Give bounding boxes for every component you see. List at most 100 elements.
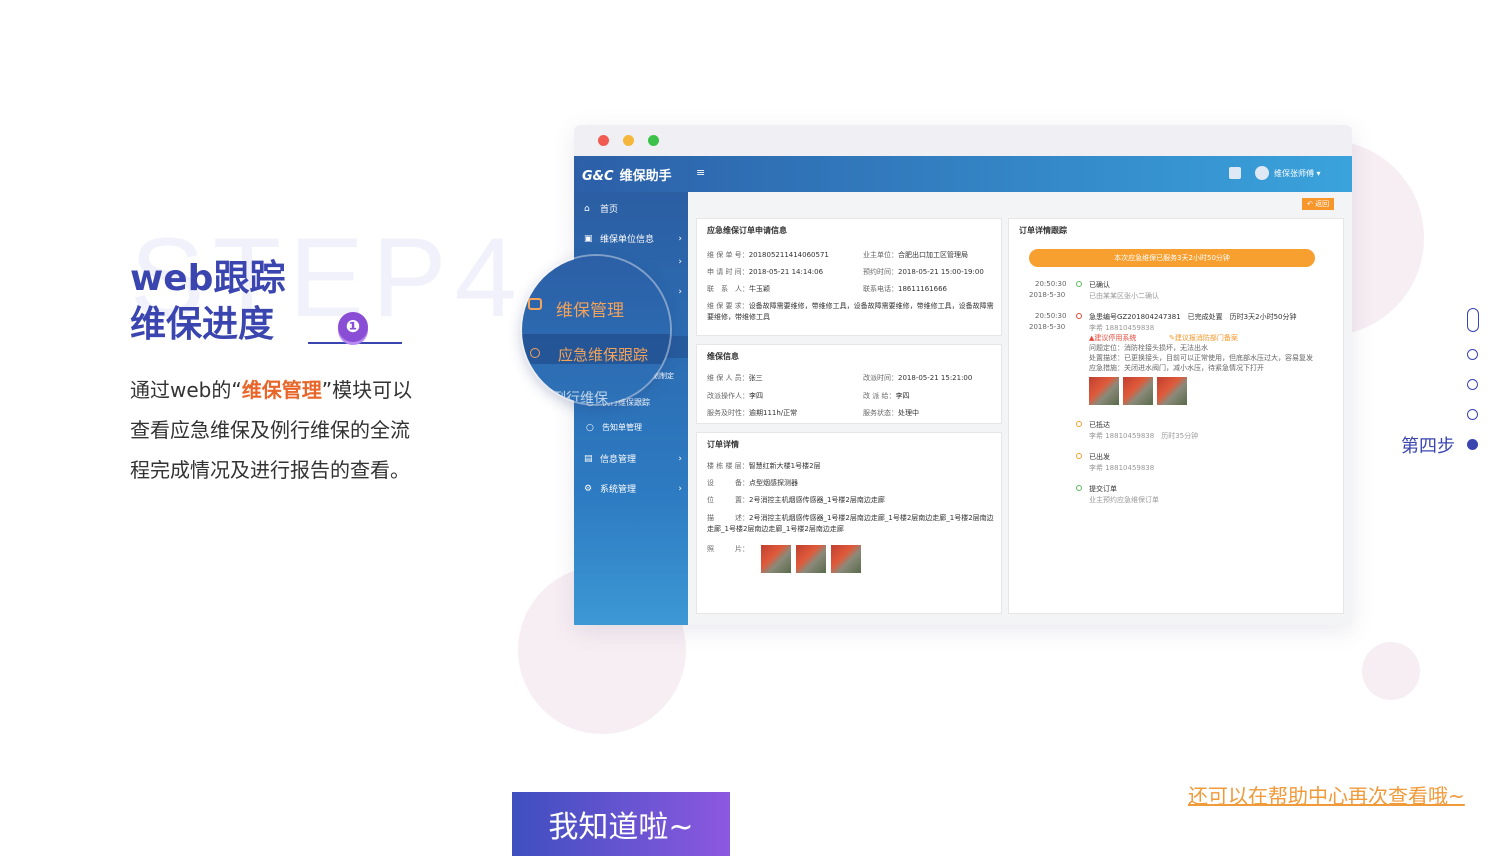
timeline-dot	[1076, 281, 1082, 287]
timeline-sub: 李希 18810459838	[1089, 324, 1155, 332]
title-line-1: web跟踪	[130, 258, 286, 299]
chevron-right-icon: ›	[678, 483, 682, 494]
info-row: 服务及时性：逾期111h/正常	[707, 408, 797, 418]
step-nav-dot[interactable]	[1467, 349, 1478, 360]
field-value: 2018-05-21 15:21:00	[898, 374, 973, 382]
browser-titlebar	[574, 125, 1352, 156]
info-row: 改 派 给：李四	[863, 391, 909, 401]
browser-mockup: G&C 维保助手 ≡ 维保张师傅 ▾ ⌂ 首页 ▣ 维保单位信息 › › › 计划制定 …	[574, 125, 1352, 625]
step-number-badge: ❶	[338, 312, 368, 342]
apply-info-panel: 应急维保订单申请信息 维 保 单 号：201805211414060571 业主…	[696, 218, 1002, 336]
warning-stop-system: ▲建议停用系统	[1089, 334, 1137, 342]
circle-icon: ○	[586, 422, 594, 433]
field-label: 维 保 单 号：	[707, 251, 749, 259]
close-dot	[598, 135, 609, 146]
field-label: 服务及时性：	[707, 409, 749, 417]
maintenance-info-panel: 维保信息 维 保 人 员：张三 改派时间：2018-05-21 15:21:00…	[696, 344, 1002, 424]
sidebar-item-home[interactable]: ⌂ 首页	[584, 202, 684, 216]
timeline-dot	[1076, 313, 1082, 319]
chevron-right-icon: ›	[678, 257, 682, 267]
field-label: 联系电话：	[863, 285, 898, 293]
home-icon: ⌂	[584, 203, 590, 214]
field-label: 服务状态：	[863, 409, 898, 417]
field-value: 2号消控主机烟感传感器_1号楼2层南边走廊	[749, 496, 885, 504]
timeline-date: 2018-5-30	[1029, 291, 1066, 299]
field-label: 维 保 人 员：	[707, 374, 749, 382]
timeline-sub: 李希 18810459838	[1089, 464, 1155, 472]
sidebar-item-label: 告知单管理	[602, 423, 642, 432]
back-button[interactable]: ↶ 返回	[1302, 198, 1335, 210]
timeline-title: 已确认	[1089, 281, 1110, 289]
photo-thumbnail[interactable]	[1089, 377, 1119, 405]
step-nav-dot[interactable]	[1467, 379, 1478, 390]
sidebar-item-units[interactable]: ▣ 维保单位信息 ›	[584, 232, 684, 246]
field-value: 李四	[749, 392, 763, 400]
sidebar-item-system[interactable]: ⚙ 系统管理 ›	[584, 482, 684, 496]
photo-thumbnail[interactable]	[831, 545, 861, 573]
panel-title: 应急维保订单申请信息	[707, 226, 787, 235]
field-value: 点型烟感探测器	[749, 479, 798, 487]
apply-row: 维 保 要 求：设备故障需要维修，带维修工具，设备故障需要维修，带维修工具，设备…	[707, 301, 997, 323]
timeline-title: 急患编号GZ201804247381 已完成处置 历时3天2小时50分钟	[1089, 313, 1297, 321]
got-it-button[interactable]: 我知道啦~	[512, 792, 730, 856]
field-value: 合肥出口加工区管理局	[898, 251, 968, 259]
step-nav-dot-active[interactable]	[1467, 439, 1478, 450]
photo-thumbnail[interactable]	[1157, 377, 1187, 405]
field-value: 2018-05-21 14:14:06	[748, 268, 824, 276]
document-icon: ▤	[584, 453, 593, 464]
detail-row: 描 述：2号消控主机烟感传感器_1号楼2层南边走廊_1号楼2层南边走廊_1号楼2…	[707, 513, 997, 535]
photo-thumbnail[interactable]	[1123, 377, 1153, 405]
field-label: 预约时间：	[863, 268, 898, 276]
help-center-link[interactable]: 还可以在帮助中心再次查看哦~	[1188, 780, 1465, 809]
logo-mark: G&C	[582, 169, 614, 184]
timeline-sub: 已由某某区张小二确认	[1089, 292, 1159, 300]
sidebar-item-label: 首页	[600, 205, 619, 215]
sidebar-item-info[interactable]: ▤ 信息管理 ›	[584, 452, 684, 466]
detail-row: 位 置：2号消控主机烟感传感器_1号楼2层南边走廊	[707, 495, 885, 505]
field-value: 2018-05-21 15:00-19:00	[898, 268, 984, 276]
order-tracking-panel: 订单详情跟踪 本次应急维保已服务3天2小时50分钟 20:50:30 2018-…	[1008, 218, 1344, 614]
magnified-menu-maintenance[interactable]: 维保管理	[556, 296, 624, 321]
field-label: 描 述：	[707, 514, 749, 522]
step-nav-dot[interactable]	[1467, 409, 1478, 420]
apply-row: 申 请 时 间：2018-05-21 14:14:06	[707, 267, 823, 277]
warning-report-fire-dept: ✎建议报消防部门备案	[1169, 334, 1238, 342]
timeline-dot	[1076, 453, 1082, 459]
panel-title: 维保信息	[707, 352, 739, 361]
step-nav-current-pill[interactable]	[1467, 308, 1479, 332]
field-value: 201805211414060571	[748, 251, 829, 259]
detail-line: 问题定位：消防栓接头损坏，无法出水	[1089, 344, 1208, 352]
step-title: web跟踪 维保进度	[130, 256, 285, 348]
photo-thumbnail[interactable]	[761, 545, 791, 573]
sidebar-item-notice[interactable]: ○ 告知单管理	[586, 422, 686, 433]
field-label: 业主单位：	[863, 251, 898, 259]
timeline-sub: 业主预约应急维保订单	[1089, 496, 1159, 504]
timeline-time: 20:50:30	[1035, 312, 1067, 320]
info-row: 改派操作人：李四	[707, 391, 763, 401]
timeline-sub: 李希 18810459838 历时35分钟	[1089, 432, 1199, 440]
apply-row: 联系电话：18611161666	[863, 284, 947, 294]
user-menu[interactable]: 维保张师傅 ▾	[1274, 168, 1321, 179]
panel-title: 订单详情	[707, 440, 739, 449]
sidebar-item-label: 系统管理	[600, 485, 637, 495]
step-nav-label: 第四步	[1401, 436, 1455, 457]
step-description: 通过web的“维保管理”模块可以查看应急维保及例行维保的全流程完成情况及进行报告…	[130, 370, 420, 490]
avatar[interactable]	[1255, 166, 1269, 180]
field-label: 改 派 给：	[863, 392, 896, 400]
detail-row: 照 片：	[707, 544, 749, 554]
magnified-menu-emergency[interactable]: 应急维保跟踪	[558, 344, 648, 365]
field-label: 改派操作人：	[707, 392, 749, 400]
notification-icon[interactable]	[1229, 167, 1241, 179]
chevron-right-icon: ›	[678, 233, 682, 244]
photo-thumbnail[interactable]	[796, 545, 826, 573]
info-row: 改派时间：2018-05-21 15:21:00	[863, 373, 972, 383]
field-value: 李四	[895, 392, 910, 400]
field-label: 设 备：	[707, 479, 749, 487]
field-label: 联 系 人：	[707, 285, 749, 293]
gear-icon: ⚙	[584, 483, 593, 494]
apply-row: 预约时间：2018-05-21 15:00-19:00	[863, 267, 984, 277]
magnified-menu-routine[interactable]: 例行维保	[552, 388, 608, 404]
app-header: G&C 维保助手 ≡ 维保张师傅 ▾	[574, 156, 1352, 192]
menu-toggle-icon[interactable]: ≡	[696, 166, 705, 179]
sidebar-item-label: 维保单位信息	[600, 235, 655, 245]
